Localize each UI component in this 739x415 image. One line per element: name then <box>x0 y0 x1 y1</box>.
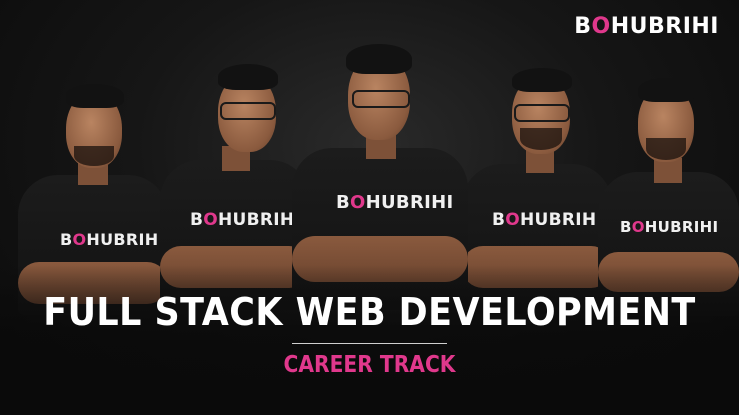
team-member-3-hair <box>346 44 412 74</box>
team-member-2-shirt-logo: BOHUBRIHI <box>190 210 301 230</box>
team-member-1-hair <box>66 84 124 108</box>
team-member-4-glasses <box>514 104 570 122</box>
team-member-4-beard <box>520 128 562 150</box>
team-member-2-hair <box>218 64 278 90</box>
shirt-logo-prefix: B <box>190 210 204 230</box>
shirt-logo-suffix: HUBRIHI <box>218 210 302 230</box>
shirt-logo-suffix: HUBRIH <box>86 230 159 249</box>
shirt-logo-accent: O <box>350 192 366 213</box>
shirt-logo-accent: O <box>505 210 521 230</box>
shirt-logo-suffix: HUBRIHI <box>520 210 604 230</box>
shirt-logo-prefix: B <box>492 210 506 230</box>
team-member-5-shirt-logo: BOHUBRIHI <box>620 218 718 236</box>
headline-title: FULL STACK WEB DEVELOPMENT <box>43 290 696 334</box>
brand-logo-prefix: B <box>574 14 592 39</box>
subheadline: CAREER TRACK <box>283 352 456 378</box>
shirt-logo-prefix: B <box>336 192 351 213</box>
bottom-gradient-overlay <box>0 265 739 415</box>
brand-logo-suffix: HUBRIHI <box>610 14 719 39</box>
shirt-logo-accent: O <box>72 230 87 249</box>
brand-logo: BOHUBRIHI <box>574 14 719 39</box>
thumbnail-banner: BOHUBRIHI BOHUBRIH BOHUBRIHI BOHUBRIHI B… <box>0 0 739 415</box>
team-member-3-shirt-logo: BOHUBRIHI <box>336 192 453 213</box>
shirt-logo-suffix: HUBRIHI <box>644 218 719 236</box>
team-member-4-shirt-logo: BOHUBRIHI <box>492 210 603 230</box>
team-member-4-hair <box>512 68 572 92</box>
title-divider <box>292 343 447 344</box>
team-member-2-glasses <box>220 102 276 120</box>
shirt-logo-prefix: B <box>620 218 632 236</box>
shirt-logo-accent: O <box>203 210 219 230</box>
shirt-logo-accent: O <box>631 218 645 236</box>
team-member-1-beard <box>74 146 114 166</box>
team-member-3-glasses <box>352 90 410 108</box>
shirt-logo-prefix: B <box>60 230 73 249</box>
team-member-5-beard <box>646 138 686 160</box>
team-member-1-shirt-logo: BOHUBRIH <box>60 230 158 249</box>
brand-logo-accent: O <box>591 14 611 39</box>
shirt-logo-suffix: HUBRIHI <box>365 192 454 213</box>
team-member-5-hair <box>638 78 696 102</box>
